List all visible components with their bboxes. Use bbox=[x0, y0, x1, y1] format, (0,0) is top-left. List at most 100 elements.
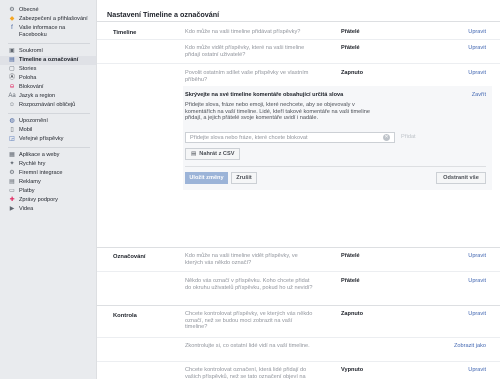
sidebar-item-block[interactable]: ⊖ Blokování bbox=[0, 83, 96, 92]
setting-question: Chcete kontrolovat příspěvky, ve kterých… bbox=[185, 311, 313, 331]
settings-sidebar: ⚙ Obecné ◆ Zabezpečení a přihlašování f Vaše … bbox=[0, 0, 96, 379]
sidebar-item-timeline[interactable]: ▤ Timeline a označování bbox=[0, 56, 96, 65]
shield-icon: ◆ bbox=[9, 16, 15, 22]
panel-title: Skrývejte na své timeline komentáře obsa… bbox=[185, 92, 344, 98]
sidebar-item-privacy[interactable]: ▣ Soukromí bbox=[0, 47, 96, 56]
sidebar-item-label: Upozornění bbox=[19, 118, 48, 124]
sidebar-item-label: Zabezpečení a přihlašování bbox=[19, 16, 88, 22]
upload-csv-button[interactable]: ▤ Nahrát z CSV bbox=[185, 148, 241, 160]
sidebar-item-support[interactable]: ✚ Zprávy podpory bbox=[0, 196, 96, 205]
sidebar-item-label: Blokování bbox=[19, 84, 44, 90]
rss-icon: ◲ bbox=[9, 136, 15, 142]
ads-icon: ▤ bbox=[9, 179, 15, 185]
edit-link[interactable]: Upravit bbox=[468, 70, 486, 76]
sidebar-item-globe[interactable]: ◍ Upozornění bbox=[0, 117, 96, 126]
sidebar-item-label: Videa bbox=[19, 206, 34, 212]
setting-question: Povolit ostatním sdílet vaše příspěvky v… bbox=[185, 70, 309, 83]
remove-all-button[interactable]: Odstranit vše bbox=[436, 172, 486, 184]
sidebar-item-label: Aplikace a weby bbox=[19, 152, 60, 158]
sidebar-item-label: Reklamy bbox=[19, 179, 41, 185]
setting-row-story-sharing: Povolit ostatním sdílet vaše příspěvky v… bbox=[97, 64, 500, 86]
sidebar-item-location[interactable]: Ⓐ Poloha bbox=[0, 74, 96, 83]
language-icon: Aa bbox=[8, 93, 16, 99]
business-icon: ⚙ bbox=[9, 170, 15, 176]
sidebar-item-video[interactable]: ▶ Videa bbox=[0, 205, 96, 214]
sidebar-item-apps[interactable]: ▦ Aplikace a weby bbox=[0, 151, 96, 160]
sidebar-item-label: Platby bbox=[19, 188, 35, 194]
edit-link[interactable]: Upravit bbox=[468, 253, 486, 259]
sidebar-item-games[interactable]: ✦ Rychlé hry bbox=[0, 160, 96, 169]
sidebar-item-ads[interactable]: ▤ Reklamy bbox=[0, 178, 96, 187]
page-title: Nastavení Timeline a označování bbox=[97, 0, 500, 22]
sidebar-item-payments[interactable]: ▭ Platby bbox=[0, 187, 96, 196]
setting-row-who-can-see-others-posts: Kdo může vidět příspěvky, které na vaši … bbox=[97, 40, 500, 64]
support-icon: ✚ bbox=[9, 197, 15, 203]
sidebar-item-label: Obecné bbox=[19, 7, 39, 13]
facebook-icon: f bbox=[11, 25, 13, 31]
globe-icon: ◍ bbox=[9, 118, 15, 124]
setting-question: Kdo může vidět příspěvky, které na vaši … bbox=[185, 45, 305, 58]
sidebar-item-language[interactable]: Aa Jazyk a region bbox=[0, 92, 96, 101]
face-recognition-icon: ☺ bbox=[8, 102, 16, 108]
setting-row-tagged-visibility: Kdo může na vaši timeline vidět příspěvk… bbox=[97, 248, 500, 272]
stories-icon: ▢ bbox=[9, 66, 15, 72]
upload-csv-label: Nahrát z CSV bbox=[199, 151, 235, 157]
sidebar-item-label: Stories bbox=[19, 66, 37, 72]
setting-value: Přátelé bbox=[341, 253, 360, 259]
setting-row-review-tagged-posts: Chcete kontrolovat příspěvky, ve kterých… bbox=[97, 306, 500, 338]
games-icon: ✦ bbox=[9, 161, 15, 167]
video-icon: ▶ bbox=[9, 206, 15, 212]
edit-link[interactable]: Upravit bbox=[468, 45, 486, 51]
sidebar-item-label: Poloha bbox=[19, 75, 37, 81]
setting-value: Přátelé bbox=[341, 29, 360, 35]
setting-value: Vypnuto bbox=[341, 367, 364, 373]
sidebar-item-facebook[interactable]: f Vaše informace na Facebooku bbox=[0, 24, 96, 40]
view-as-link[interactable]: Zobrazit jako bbox=[454, 343, 486, 349]
sidebar-item-label: Jazyk a region bbox=[19, 93, 56, 99]
save-changes-button[interactable]: Uložit změny bbox=[185, 172, 228, 184]
sidebar-item-mobile[interactable]: ▯ Mobil bbox=[0, 126, 96, 135]
setting-row-review-tags: Chcete kontrolovat označení, která lidé … bbox=[97, 362, 500, 379]
blocked-words-input[interactable]: Přidejte slova nebo fráze, které chcete … bbox=[185, 132, 395, 143]
sidebar-separator bbox=[8, 113, 90, 114]
edit-link[interactable]: Upravit bbox=[468, 278, 486, 284]
setting-row-tag-audience: Někdo vás označí v příspěvku. Koho chcet… bbox=[97, 272, 500, 306]
setting-question: Někdo vás označí v příspěvku. Koho chcet… bbox=[185, 278, 313, 291]
sidebar-item-label: Timeline a označování bbox=[19, 57, 79, 63]
sidebar-item-gear[interactable]: ⚙ Obecné bbox=[0, 6, 96, 15]
settings-main: Nastavení Timeline a označování Timeline… bbox=[96, 0, 500, 379]
hide-comments-panel: Skrývejte na své timeline komentáře obsa… bbox=[183, 86, 492, 190]
panel-description: Přidejte slova, fráze nebo emoji, které … bbox=[185, 102, 370, 122]
cancel-button[interactable]: Zrušit bbox=[231, 172, 257, 184]
sidebar-item-label: Rozpoznávání obličejů bbox=[19, 102, 76, 108]
sidebar-item-label: Mobil bbox=[19, 127, 33, 133]
sidebar-item-rss[interactable]: ◲ Veřejné příspěvky bbox=[0, 135, 96, 144]
edit-link[interactable]: Upravit bbox=[468, 29, 486, 35]
sidebar-item-business[interactable]: ⚙ Firemní integrace bbox=[0, 169, 96, 178]
setting-question: Chcete kontrolovat označení, která lidé … bbox=[185, 367, 307, 379]
setting-value: Zapnuto bbox=[341, 311, 364, 317]
divider bbox=[185, 166, 486, 167]
setting-value: Přátelé bbox=[341, 45, 360, 51]
close-panel-link[interactable]: Zavřít bbox=[472, 92, 486, 98]
timeline-icon: ▤ bbox=[9, 57, 15, 63]
file-icon: ▤ bbox=[191, 151, 197, 157]
setting-row-who-can-post: Kdo může na vaši timeline přidávat přísp… bbox=[97, 22, 500, 40]
review-section: Kontrola Chcete kontrolovat příspěvky, v… bbox=[97, 306, 500, 379]
gear-icon: ⚙ bbox=[9, 7, 15, 13]
edit-link[interactable]: Upravit bbox=[468, 367, 486, 373]
sidebar-item-shield[interactable]: ◆ Zabezpečení a přihlašování bbox=[0, 15, 96, 24]
tagging-section: Označování Kdo může na vaši timeline vid… bbox=[97, 248, 500, 306]
sidebar-item-label: Rychlé hry bbox=[19, 161, 46, 167]
sidebar-item-label: Vaše informace na Facebooku bbox=[19, 25, 66, 38]
payments-icon: ▭ bbox=[9, 188, 15, 194]
edit-link[interactable]: Upravit bbox=[468, 311, 486, 317]
add-word-button[interactable]: Přidat bbox=[401, 134, 416, 140]
sidebar-item-label: Firemní integrace bbox=[19, 170, 63, 176]
timeline-section: Timeline Kdo může na vaši timeline přidá… bbox=[97, 22, 500, 248]
sidebar-item-stories[interactable]: ▢ Stories bbox=[0, 65, 96, 74]
setting-row-view-as: Zkontrolujte si, co ostatní lidé vidí na… bbox=[97, 338, 500, 362]
block-icon: ⊖ bbox=[9, 84, 15, 90]
clear-input-icon[interactable]: ✕ bbox=[383, 134, 390, 141]
sidebar-item-face-recognition[interactable]: ☺ Rozpoznávání obličejů bbox=[0, 101, 96, 110]
